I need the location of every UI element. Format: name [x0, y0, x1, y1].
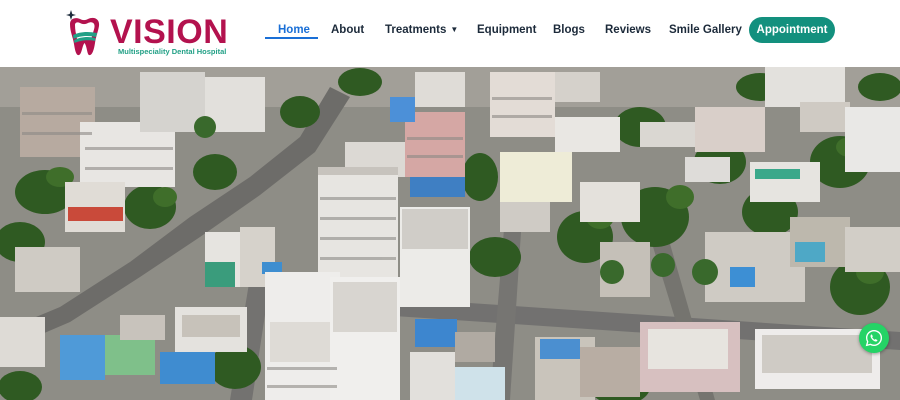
nav-about[interactable]: About [331, 23, 364, 37]
nav-home[interactable]: Home [278, 23, 310, 37]
nav-reviews[interactable]: Reviews [605, 23, 651, 37]
chevron-down-icon: ▼ [450, 25, 459, 34]
nav-equipment[interactable]: Equipment [477, 23, 536, 37]
whatsapp-icon [865, 329, 883, 347]
nav-smile-gallery[interactable]: Smile Gallery [669, 23, 742, 37]
hero-banner [0, 67, 900, 400]
appointment-button[interactable]: Appointment [749, 17, 835, 43]
main-nav: Home About Treatments ▼ Equipment Blogs R… [0, 0, 900, 60]
aerial-city-photo [0, 67, 900, 400]
whatsapp-button[interactable] [859, 323, 889, 353]
site-header: VISION Multispeciality Dental Hospital H… [0, 0, 900, 67]
nav-treatments-label: Treatments [385, 24, 447, 36]
nav-active-underline [265, 37, 318, 39]
nav-treatments[interactable]: Treatments ▼ [385, 23, 458, 37]
nav-blogs[interactable]: Blogs [553, 23, 585, 37]
